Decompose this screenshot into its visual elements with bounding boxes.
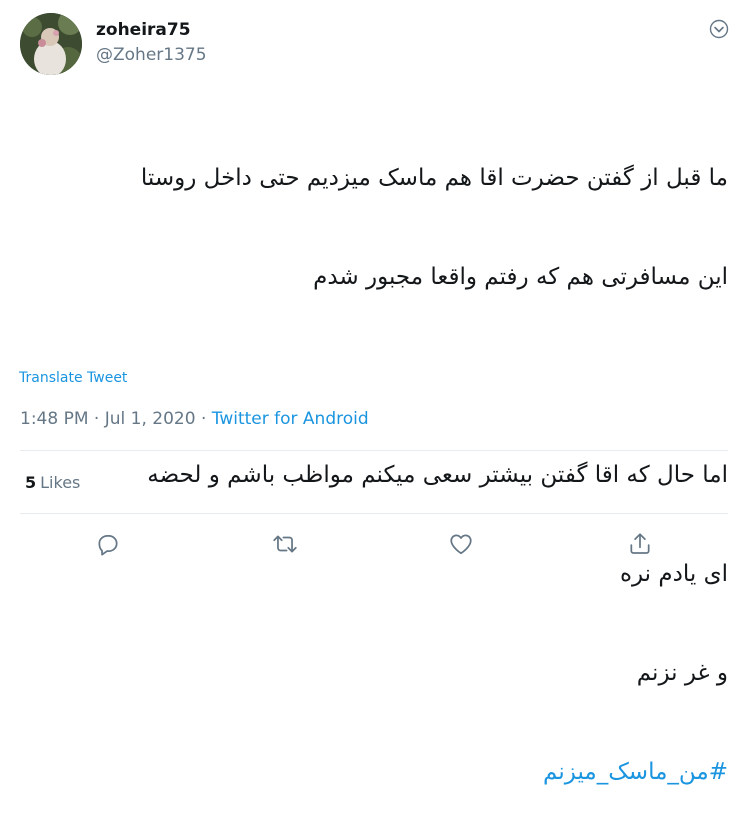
share-icon <box>630 533 650 554</box>
meta-separator: · <box>200 409 207 429</box>
translate-tweet-link[interactable]: Translate Tweet <box>19 370 127 386</box>
like-button[interactable] <box>448 531 476 559</box>
tweet-line: این مسافرتی هم که رفتم واقعا مجبور شدم <box>313 264 728 290</box>
avatar-image <box>20 13 82 75</box>
tweet-source-link[interactable]: Twitter for Android <box>212 409 369 429</box>
retweet-icon <box>273 535 297 553</box>
author-handle[interactable]: @Zoher1375 <box>96 45 207 65</box>
retweet-button[interactable] <box>272 531 300 559</box>
tweet-metadata: 1:48 PM · Jul 1, 2020 · Twitter for Andr… <box>20 409 369 429</box>
likes-stat[interactable]: 5 Likes <box>25 473 80 492</box>
tweet-time[interactable]: 1:48 PM <box>20 409 89 429</box>
tweet-line: ما قبل از گفتن حضرت اقا هم ماسک میزدیم ح… <box>140 165 728 191</box>
hashtag-link[interactable]: #من_ماسک_میزنم <box>16 756 728 789</box>
tweet-line: ای یادم نره <box>619 561 728 587</box>
likes-label: Likes <box>40 473 81 492</box>
tweet-menu-button[interactable] <box>707 17 731 41</box>
likes-count: 5 <box>25 473 37 492</box>
avatar[interactable] <box>20 13 82 75</box>
tweet-line: اما حال که اقا گفتن بیشتر سعی میکنم مواظ… <box>147 462 728 488</box>
divider <box>20 513 728 514</box>
tweet-text: ما قبل از گفتن حضرت اقا هم ماسک میزدیم ح… <box>16 96 728 822</box>
meta-separator: · <box>93 409 100 429</box>
heart-icon <box>450 534 472 555</box>
share-button[interactable] <box>627 531 655 559</box>
reply-button[interactable] <box>95 531 123 559</box>
author-display-name[interactable]: zoheira75 <box>96 20 191 40</box>
chevron-down-icon <box>709 19 729 39</box>
tweet-line: و غر نزنم <box>636 660 728 686</box>
divider <box>20 450 728 451</box>
reply-icon <box>98 535 118 556</box>
tweet-date[interactable]: Jul 1, 2020 <box>105 409 196 429</box>
